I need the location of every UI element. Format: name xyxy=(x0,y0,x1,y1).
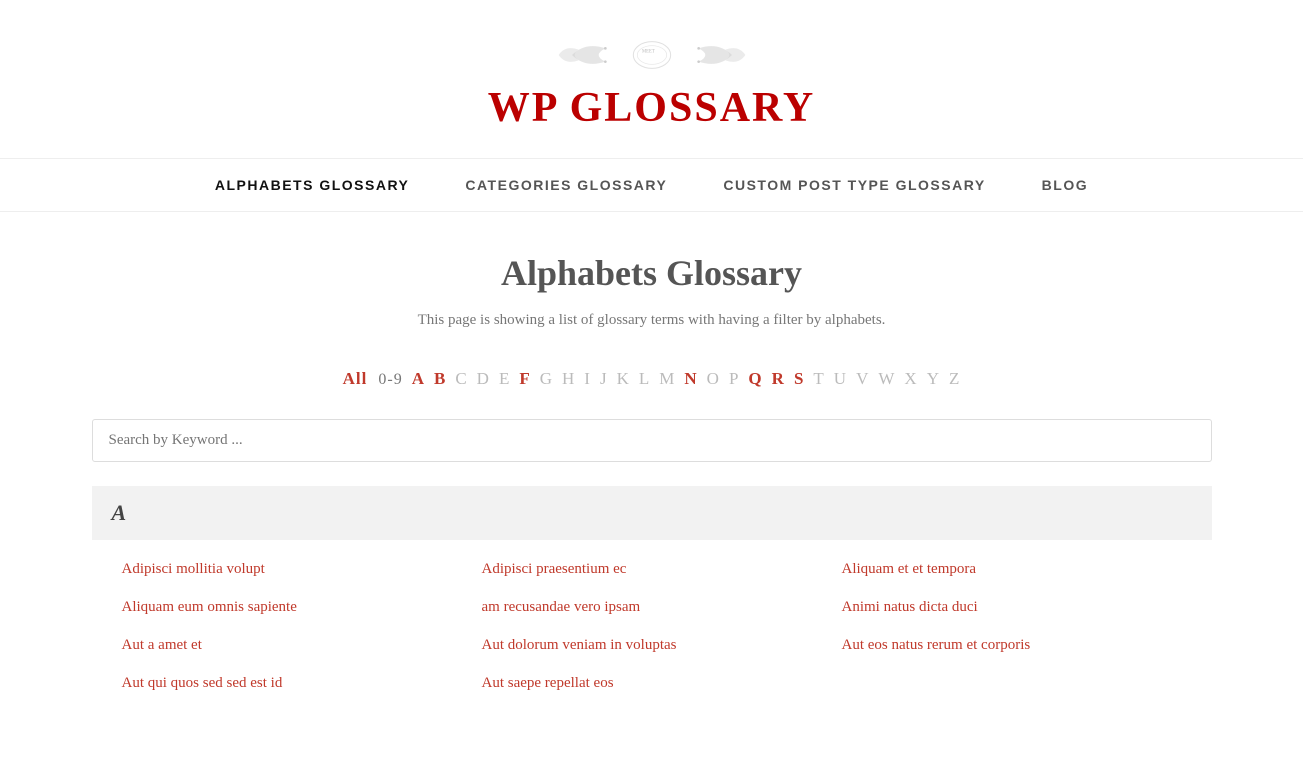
glossary-link[interactable]: Aut qui quos sed sed est id xyxy=(122,675,283,691)
filter-letter-N[interactable]: N xyxy=(684,369,697,388)
nav-link-custom-post[interactable]: CUSTOM POST TYPE GLOSSARY xyxy=(695,159,1013,211)
site-navigation: ALPHABETS GLOSSARY CATEGORIES GLOSSARY C… xyxy=(0,158,1303,212)
list-item: Aliquam et et tempora xyxy=(832,550,1192,588)
list-item: Animi natus dicta duci xyxy=(832,588,1192,626)
filter-letter-Z[interactable]: Z xyxy=(949,369,960,388)
nav-link-blog[interactable]: BLOG xyxy=(1014,159,1116,211)
glossary-link[interactable]: Adipisci praesentium ec xyxy=(482,561,627,577)
filter-letter-M[interactable]: M xyxy=(659,369,675,388)
glossary-link[interactable]: Aut dolorum veniam in voluptas xyxy=(482,637,677,653)
list-item: Adipisci praesentium ec xyxy=(472,550,832,588)
page-description: This page is showing a list of glossary … xyxy=(92,312,1212,329)
filter-letter-I[interactable]: I xyxy=(584,369,591,388)
nav-item-blog[interactable]: BLOG xyxy=(1014,159,1116,211)
filter-letter-T[interactable]: T xyxy=(813,369,824,388)
filter-letter-D[interactable]: D xyxy=(477,369,490,388)
filter-letter-K[interactable]: K xyxy=(617,369,630,388)
search-input[interactable] xyxy=(92,419,1212,462)
glossary-link[interactable]: Adipisci mollitia volupt xyxy=(122,561,265,577)
filter-letter-E[interactable]: E xyxy=(499,369,510,388)
glossary-link[interactable]: Aut eos natus rerum et corporis xyxy=(842,637,1031,653)
filter-letter-W[interactable]: W xyxy=(878,369,895,388)
filter-letter-F[interactable]: F xyxy=(519,369,530,388)
filter-letter-C[interactable]: C xyxy=(455,369,467,388)
svg-text:MEET: MEET xyxy=(642,49,655,54)
glossary-link[interactable]: Aut a amet et xyxy=(122,637,202,653)
filter-sep-num: 0-9 xyxy=(378,371,402,388)
list-item: Aut dolorum veniam in voluptas xyxy=(472,626,832,664)
filter-letter-R[interactable]: R xyxy=(772,369,785,388)
filter-letter-Y[interactable]: Y xyxy=(927,369,940,388)
list-item: Aut saepe repellat eos xyxy=(472,664,832,702)
filter-letter-V[interactable]: V xyxy=(856,369,869,388)
glossary-link[interactable]: Animi natus dicta duci xyxy=(842,599,978,615)
filter-letter-O[interactable]: O xyxy=(707,369,720,388)
nav-item-alphabets[interactable]: ALPHABETS GLOSSARY xyxy=(187,159,438,211)
list-item: Adipisci mollitia volupt xyxy=(112,550,472,588)
filter-letter-G[interactable]: G xyxy=(540,369,553,388)
list-item xyxy=(832,664,1192,702)
site-logo-title: WP GLOSSARY xyxy=(488,85,815,131)
section-letter-A: A xyxy=(112,500,127,525)
filter-letter-U[interactable]: U xyxy=(834,369,847,388)
filter-letter-J[interactable]: J xyxy=(600,369,608,388)
list-item: Aut eos natus rerum et corporis xyxy=(832,626,1192,664)
nav-link-categories[interactable]: CATEGORIES GLOSSARY xyxy=(437,159,695,211)
list-item: Aut a amet et xyxy=(112,626,472,664)
glossary-link[interactable]: Aliquam eum omnis sapiente xyxy=(122,599,297,615)
nav-item-categories[interactable]: CATEGORIES GLOSSARY xyxy=(437,159,695,211)
filter-letter-S[interactable]: S xyxy=(794,369,804,388)
filter-letter-P[interactable]: P xyxy=(729,369,739,388)
glossary-link[interactable]: am recusandae vero ipsam xyxy=(482,599,641,615)
site-header: MEET WP GLOSSARY xyxy=(0,0,1303,142)
glossary-grid-A: Adipisci mollitia volupt Adipisci praese… xyxy=(92,540,1212,712)
section-header-A: A xyxy=(92,486,1212,540)
main-content: Alphabets Glossary This page is showing … xyxy=(72,212,1232,752)
filter-letter-Q[interactable]: Q xyxy=(748,369,762,388)
filter-letter-L[interactable]: L xyxy=(639,369,650,388)
filter-letter-X[interactable]: X xyxy=(904,369,917,388)
logo-ornament: MEET xyxy=(552,30,752,80)
filter-letter-H[interactable]: H xyxy=(562,369,575,388)
list-item: Aut qui quos sed sed est id xyxy=(112,664,472,702)
nav-item-custom-post[interactable]: CUSTOM POST TYPE GLOSSARY xyxy=(695,159,1013,211)
filter-all[interactable]: All xyxy=(343,369,368,388)
list-item: Aliquam eum omnis sapiente xyxy=(112,588,472,626)
alphabet-filter: All 0-9 A B C D E F G H I J K L M N O P … xyxy=(92,369,1212,389)
filter-letter-B[interactable]: B xyxy=(434,369,446,388)
filter-letter-A[interactable]: A xyxy=(412,369,425,388)
glossary-link[interactable]: Aliquam et et tempora xyxy=(842,561,977,577)
glossary-link[interactable]: Aut saepe repellat eos xyxy=(482,675,614,691)
nav-link-alphabets[interactable]: ALPHABETS GLOSSARY xyxy=(187,159,438,211)
list-item: am recusandae vero ipsam xyxy=(472,588,832,626)
page-title: Alphabets Glossary xyxy=(92,252,1212,294)
